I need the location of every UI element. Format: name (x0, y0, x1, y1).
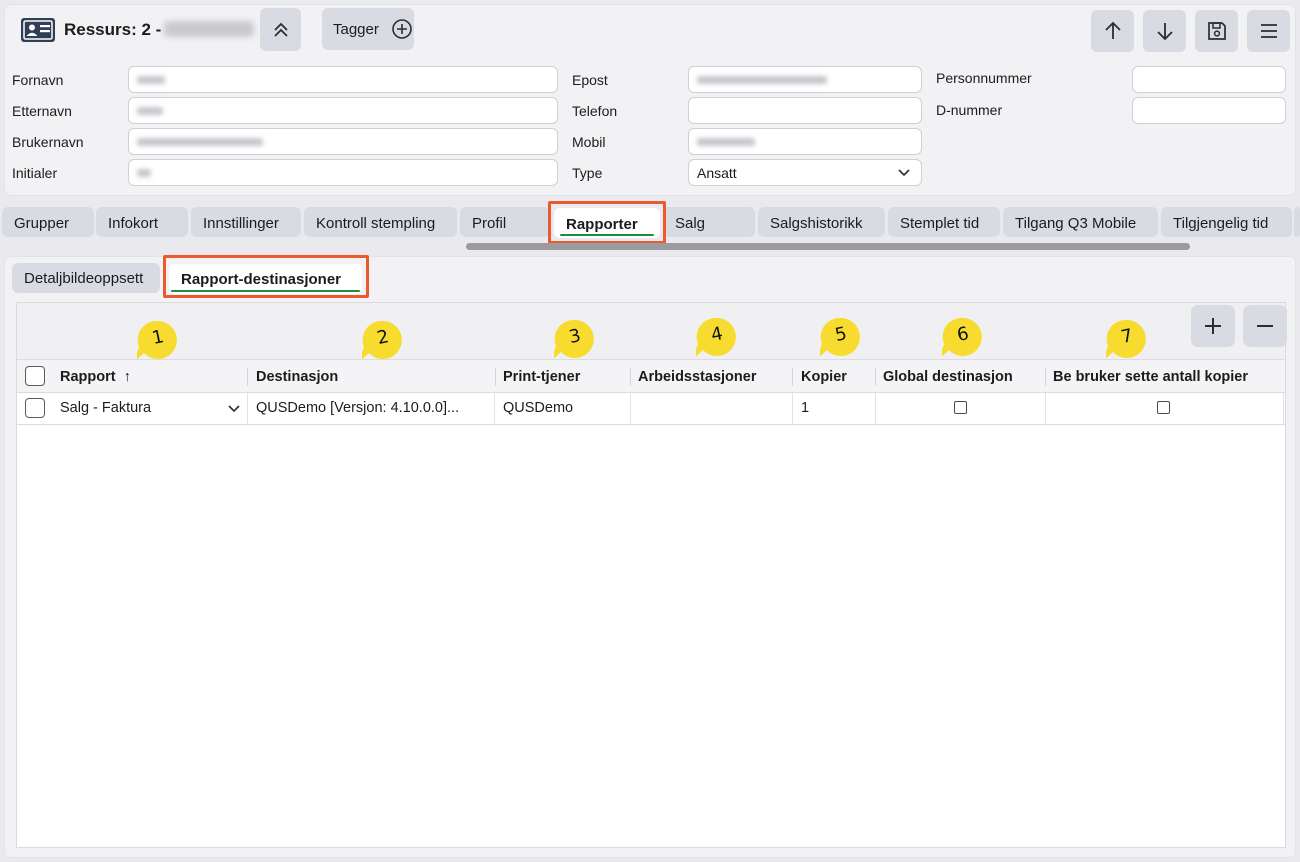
tab-tilgang-q3-mobile[interactable]: Tilgang Q3 Mobile (1003, 207, 1158, 237)
type-label: Type (572, 165, 603, 181)
tags-button[interactable]: Tagger (322, 8, 414, 50)
save-button[interactable] (1195, 10, 1238, 52)
cell-arbeidsstasjoner[interactable] (631, 393, 793, 424)
column-global-destinasjon[interactable]: Global destinasjon (875, 360, 1045, 393)
highlight-rapport-destinasjoner-subtab (163, 255, 369, 298)
callout-6: 6 (942, 316, 984, 358)
redacted-value (137, 106, 163, 115)
tab-profil[interactable]: Profil (460, 207, 550, 237)
personnummer-label: Personnummer (936, 70, 1032, 86)
epost-label: Epost (572, 72, 608, 88)
chevron-down-icon (898, 168, 910, 176)
collapse-button[interactable] (260, 8, 301, 51)
tags-label: Tagger (333, 20, 379, 38)
callout-2: 2 (362, 319, 404, 361)
redacted-value (697, 75, 827, 84)
type-value: Ansatt (697, 164, 737, 181)
brukernavn-field[interactable] (128, 128, 558, 155)
redacted-value (137, 137, 263, 146)
callout-5: 5 (820, 316, 862, 358)
callout-7: 7 (1106, 318, 1148, 360)
tab-stemplet-tid[interactable]: Stemplet tid (888, 207, 1000, 237)
minus-icon (1257, 325, 1273, 327)
be-bruker-checkbox[interactable] (1157, 401, 1170, 414)
report-destinations-grid: Rapport ↑ Destinasjon Print-tjener Arbei… (16, 302, 1287, 848)
cell-rapport-select[interactable]: Salg - Faktura (52, 393, 248, 424)
cell-destinasjon[interactable]: QUSDemo [Versjon: 4.10.0.0]... (248, 393, 495, 424)
tab-overflow[interactable] (1294, 207, 1300, 237)
mobil-label: Mobil (572, 134, 606, 150)
tab-innstillinger[interactable]: Innstillinger (191, 207, 301, 237)
tab-kontroll-stempling[interactable]: Kontroll stempling (304, 207, 457, 237)
tab-salgshistorikk[interactable]: Salgshistorikk (758, 207, 885, 237)
grid-header: Rapport ↑ Destinasjon Print-tjener Arbei… (17, 359, 1285, 393)
column-rapport[interactable]: Rapport ↑ (52, 360, 247, 393)
column-kopier[interactable]: Kopier (793, 360, 875, 393)
fornavn-label: Fornavn (12, 72, 64, 88)
global-destinasjon-checkbox[interactable] (954, 401, 967, 414)
arrow-up-icon (1104, 21, 1121, 39)
fornavn-field[interactable] (128, 66, 558, 93)
cell-global-destinasjon[interactable] (876, 393, 1046, 424)
type-select[interactable]: Ansatt (688, 159, 922, 186)
previous-record-button[interactable] (1091, 10, 1134, 52)
etternavn-label: Etternavn (12, 103, 72, 119)
plus-icon (1205, 318, 1221, 334)
chevron-down-icon (228, 405, 240, 413)
initialer-label: Initialer (12, 165, 58, 181)
cell-print-tjener[interactable]: QUSDemo (495, 393, 631, 424)
add-row-button[interactable] (1191, 305, 1235, 347)
column-arbeidsstasjoner[interactable]: Arbeidsstasjoner (630, 360, 792, 393)
cell-be-bruker-sette-antall-kopier[interactable] (1046, 393, 1284, 424)
column-print-tjener[interactable]: Print-tjener (495, 360, 630, 393)
menu-button[interactable] (1247, 10, 1290, 52)
etternavn-field[interactable] (128, 97, 558, 124)
mobil-field[interactable] (688, 128, 922, 155)
telefon-label: Telefon (572, 103, 618, 119)
tabbar-scrollbar[interactable] (466, 243, 1190, 250)
dnummer-label: D-nummer (936, 102, 1003, 118)
table-row[interactable]: Salg - Faktura QUSDemo [Versjon: 4.10.0.… (17, 393, 1285, 425)
tab-infokort[interactable]: Infokort (96, 207, 188, 237)
callout-4: 4 (696, 316, 738, 358)
redacted-value (697, 137, 755, 146)
telefon-field[interactable] (688, 97, 922, 124)
highlight-rapporter-tab (548, 201, 666, 244)
callout-3: 3 (554, 318, 596, 360)
personnummer-field[interactable] (1132, 66, 1286, 93)
grid-toolbar (17, 303, 1287, 359)
row-select-checkbox[interactable] (25, 398, 45, 418)
epost-field[interactable] (688, 66, 922, 93)
next-record-button[interactable] (1143, 10, 1186, 52)
subtab-detaljbildeoppsett[interactable]: Detaljbildeoppsett (12, 263, 160, 293)
tab-tilgjengelig-tid[interactable]: Tilgjengelig tid (1161, 207, 1292, 237)
column-destinasjon[interactable]: Destinasjon (248, 360, 496, 393)
sort-ascending-icon: ↑ (123, 369, 131, 385)
floppy-disk-icon (1207, 22, 1226, 40)
redacted-value (137, 168, 151, 177)
tab-salg[interactable]: Salg (663, 207, 755, 237)
brukernavn-label: Brukernavn (12, 134, 84, 150)
redacted-value (137, 75, 165, 84)
remove-row-button[interactable] (1243, 305, 1287, 347)
add-circle-icon (392, 19, 412, 39)
chevrons-up-icon (273, 22, 288, 37)
resource-name-redacted (164, 21, 254, 37)
select-all-checkbox[interactable] (25, 366, 45, 386)
id-card-icon (21, 18, 55, 42)
callout-1: 1 (137, 319, 179, 361)
cell-kopier[interactable]: 1 (793, 393, 876, 424)
tab-grupper[interactable]: Grupper (2, 207, 94, 237)
hamburger-menu-icon (1260, 24, 1277, 38)
initialer-field[interactable] (128, 159, 558, 186)
column-be-bruker-sette-antall-kopier[interactable]: Be bruker sette antall kopier (1045, 360, 1283, 393)
arrow-down-icon (1156, 23, 1173, 41)
dnummer-field[interactable] (1132, 97, 1286, 124)
page-title: Ressurs: 2 - (64, 20, 162, 39)
